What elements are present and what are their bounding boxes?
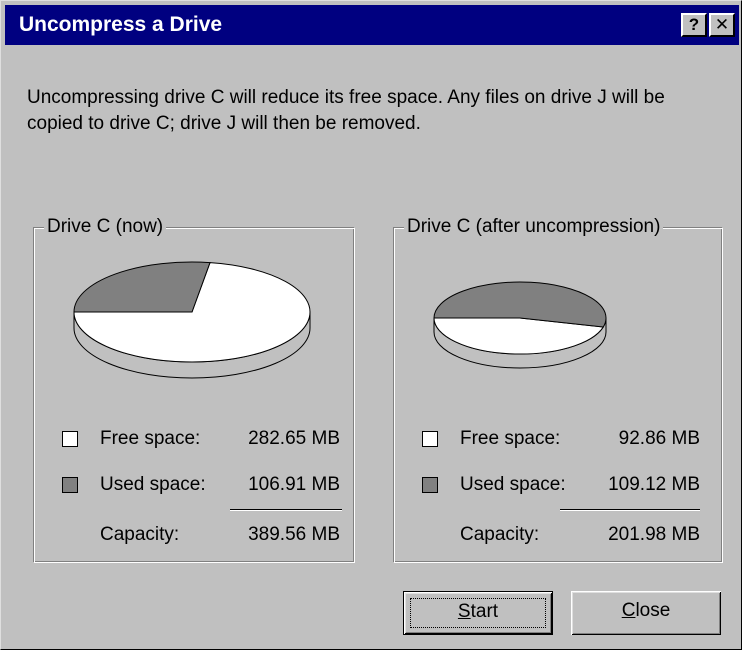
used-space-value: 106.91 MB (248, 474, 340, 495)
drive-after-pie-chart (433, 281, 607, 369)
capacity-value: 201.98 MB (608, 524, 700, 545)
drive-now-group-title: Drive C (now) (44, 214, 167, 240)
question-mark-icon: ? (688, 15, 700, 34)
close-window-button[interactable]: ✕ (709, 13, 735, 37)
used-space-label: Used space: (100, 474, 206, 495)
focus-rectangle (410, 598, 546, 628)
uncompress-dialog: Uncompress a Drive ? ✕ Uncompressing dri… (0, 0, 742, 650)
sum-divider (230, 509, 342, 511)
drive-now-group: Drive C (now) Free space: 282.65 MB Used… (33, 214, 355, 563)
close-icon: ✕ (714, 15, 730, 34)
used-space-swatch (62, 477, 78, 493)
used-space-label: Used space: (460, 474, 566, 495)
drive-after-group: Drive C (after uncompression) Free space… (393, 214, 723, 563)
free-space-value: 92.86 MB (618, 428, 700, 449)
close-button[interactable]: Close (571, 591, 721, 635)
description-text: Uncompressing drive C will reduce its fr… (27, 87, 665, 134)
sum-divider (560, 509, 700, 511)
used-space-swatch (422, 477, 438, 493)
used-space-value: 109.12 MB (608, 474, 700, 495)
capacity-value: 389.56 MB (248, 524, 340, 545)
drive-after-group-title: Drive C (after uncompression) (404, 214, 664, 240)
free-space-value: 282.65 MB (248, 428, 340, 449)
window-title: Uncompress a Drive (19, 13, 223, 36)
close-button-label: lose (635, 600, 671, 621)
drive-now-pie-chart (73, 261, 311, 379)
close-button-mnemonic: C (621, 600, 636, 621)
free-space-label: Free space: (460, 428, 561, 449)
free-space-swatch (62, 431, 78, 447)
title-bar[interactable]: Uncompress a Drive ? ✕ (5, 5, 739, 45)
drive-now-pie-used-slice (73, 261, 211, 313)
start-button[interactable]: Start (403, 591, 553, 635)
capacity-label: Capacity: (460, 524, 540, 545)
capacity-label: Capacity: (100, 524, 180, 545)
help-button[interactable]: ? (681, 13, 707, 37)
free-space-swatch (422, 431, 438, 447)
free-space-label: Free space: (100, 428, 201, 449)
